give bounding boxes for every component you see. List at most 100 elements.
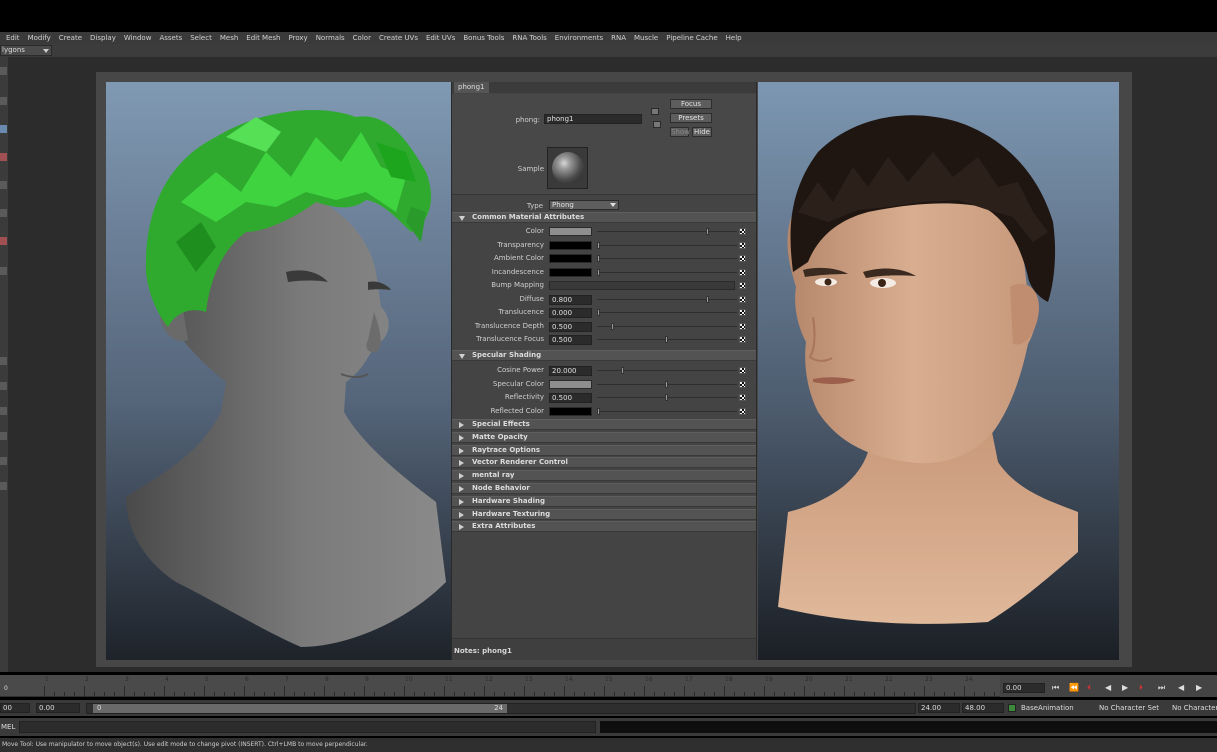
menu-window[interactable]: Window [120,32,156,44]
material-type-dropdown[interactable]: Phong [549,200,619,210]
menu-edit-mesh[interactable]: Edit Mesh [242,32,284,44]
current-frame-field[interactable]: 0.00 [1003,683,1045,693]
map-button-icon[interactable] [739,268,746,276]
slider-track[interactable] [597,370,737,371]
menu-rna-tools[interactable]: RNA Tools [508,32,550,44]
menu-rna[interactable]: RNA [607,32,630,44]
color-swatch[interactable] [549,240,592,250]
section-matte-opacity[interactable]: Matte Opacity [452,431,756,443]
menu-help[interactable]: Help [722,32,746,44]
anim-end-field[interactable]: 48.00 [962,703,1004,713]
map-button-icon[interactable] [739,241,746,249]
play-backwards-icon[interactable]: ◀ [1105,683,1111,692]
section-special-effects[interactable]: Special Effects [452,419,756,430]
scale-tool-icon[interactable] [0,209,7,217]
menu-normals[interactable]: Normals [312,32,349,44]
lasso-tool-icon[interactable] [0,97,7,105]
section-vector-renderer-control[interactable]: Vector Renderer Control [452,457,756,469]
range-slider[interactable]: 0 24 [86,703,916,714]
menu-select[interactable]: Select [186,32,216,44]
paint-select-tool-icon[interactable] [0,125,7,133]
anim-start-field[interactable]: 00 [0,703,30,713]
value-field[interactable]: 0.800 [549,294,592,305]
layout-four-icon[interactable] [0,382,7,390]
character-set-label-2[interactable]: No Character S [1172,704,1217,712]
menu-muscle[interactable]: Muscle [630,32,662,44]
go-to-end-icon[interactable]: ⏭ [1158,683,1165,693]
section-node-behavior[interactable]: Node Behavior [452,483,756,494]
slider-thumb[interactable] [705,228,709,235]
layout-side-icon[interactable] [0,407,7,415]
slider-track[interactable] [597,410,737,412]
node-name-field[interactable]: phong1 [544,114,642,124]
section-specular-shading[interactable]: Specular Shading [452,350,756,361]
map-button-icon[interactable] [739,407,746,415]
menu-create[interactable]: Create [55,32,86,44]
map-button-icon[interactable] [739,394,746,401]
value-field[interactable]: 0.000 [549,308,592,318]
section-mental-ray[interactable]: mental ray [452,470,756,482]
value-field[interactable]: 0.500 [549,393,592,403]
step-back-frame-icon[interactable]: ⏪ [1069,683,1079,692]
menu-modify[interactable]: Modify [24,32,55,44]
slider-thumb[interactable] [705,295,709,303]
hide-button[interactable]: Hide [692,127,712,137]
map-button-icon[interactable] [739,322,746,330]
last-tool-icon[interactable] [0,267,7,275]
slider-track[interactable] [597,271,737,273]
menu-mesh[interactable]: Mesh [216,32,242,44]
layout-graph-icon[interactable] [0,457,7,465]
menu-display[interactable]: Display [86,32,120,44]
value-field[interactable]: 0.500 [549,321,592,332]
bump-map-slot[interactable] [549,281,735,290]
notes-area[interactable]: Notes: phong1 [452,638,756,660]
slider-thumb[interactable] [597,309,600,316]
slider-thumb[interactable] [621,367,625,374]
value-field[interactable]: 0.500 [549,335,592,345]
step-forward-key-icon[interactable]: ⏵ [1139,683,1143,693]
layout-outliner-icon[interactable] [0,432,7,440]
color-swatch[interactable] [549,254,592,263]
color-swatch[interactable] [549,379,592,389]
slider-thumb[interactable] [597,407,600,415]
output-connection-icon[interactable] [653,121,661,128]
select-tool-icon[interactable] [0,67,7,75]
menu-pipeline-cache[interactable]: Pipeline Cache [662,32,721,44]
slider-thumb[interactable] [597,241,600,249]
menu-bonus-tools[interactable]: Bonus Tools [459,32,508,44]
slider-thumb[interactable] [665,336,668,343]
map-button-icon[interactable] [739,255,746,262]
focus-button[interactable]: Focus [670,99,712,109]
playback-start-field[interactable]: 0.00 [36,703,80,713]
value-field[interactable]: 20.000 [549,366,592,376]
menu-proxy[interactable]: Proxy [285,32,312,44]
menu-set-select[interactable]: lygons [0,45,52,56]
slider-thumb[interactable] [665,380,668,388]
command-input[interactable] [19,721,596,733]
slider-thumb[interactable] [610,322,614,330]
character-set-label[interactable]: No Character Set [1099,704,1159,712]
map-button-icon[interactable] [739,309,746,316]
section-common-material-attributes[interactable]: Common Material Attributes [452,212,756,223]
map-button-icon[interactable] [739,282,746,289]
section-extra-attributes[interactable]: Extra Attributes [452,521,756,533]
slider-track[interactable] [597,231,737,232]
slider-thumb[interactable] [665,394,668,401]
rotate-tool-icon[interactable] [0,181,7,189]
show-button[interactable]: Show [670,127,690,137]
menu-create-uvs[interactable]: Create UVs [375,32,422,44]
layout-single-icon[interactable] [0,357,7,365]
map-button-icon[interactable] [739,380,746,388]
tab-phong1[interactable]: phong1 [454,82,489,93]
slider-track[interactable] [597,325,737,327]
map-button-icon[interactable] [739,228,746,235]
prev-icon[interactable]: ◀ [1178,683,1184,692]
viewport-left[interactable] [106,82,451,660]
map-button-icon[interactable] [739,295,746,303]
layout-persp-icon[interactable] [0,482,7,490]
anim-layer-label[interactable]: BaseAnimation [1021,704,1074,712]
range-slider-handle[interactable]: 0 24 [93,704,507,713]
menu-color[interactable]: Color [349,32,375,44]
slider-thumb[interactable] [597,255,600,262]
presets-button[interactable]: Presets [670,113,712,123]
